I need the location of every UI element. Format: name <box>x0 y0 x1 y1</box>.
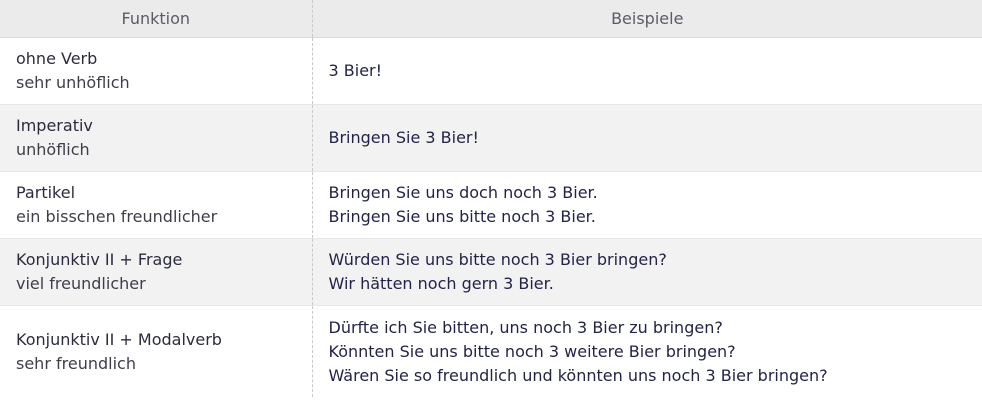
header-row: Funktion Beispiele <box>0 0 982 38</box>
examples-cell: 3 Bier! <box>312 37 982 105</box>
function-name: Partikel <box>16 183 76 202</box>
function-description: viel freundlicher <box>16 274 146 293</box>
function-cell: Konjunktiv II + Frage viel freundlicher <box>0 238 313 306</box>
example-sentence: Würden Sie uns bitte noch 3 Bier bringen… <box>328 250 667 269</box>
function-name: ohne Verb <box>16 49 98 68</box>
examples-cell: Bringen Sie 3 Bier! <box>312 104 982 172</box>
function-name: Imperativ <box>16 116 93 135</box>
examples-cell: Würden Sie uns bitte noch 3 Bier bringen… <box>312 238 982 306</box>
table-header: Funktion Beispiele <box>0 0 982 38</box>
function-name: Konjunktiv II + Modalverb <box>16 329 222 349</box>
function-cell: Partikel ein bisschen freundlicher <box>0 171 313 239</box>
function-cell: ohne Verb sehr unhöflich <box>0 37 313 105</box>
example-sentence: Könnten Sie uns bitte noch 3 weitere Bie… <box>328 341 736 361</box>
politeness-table: Funktion Beispiele ohne Verb sehr unhöfl… <box>0 0 982 397</box>
column-header-examples: Beispiele <box>312 0 982 38</box>
table-row: ohne Verb sehr unhöflich 3 Bier! <box>0 37 982 105</box>
example-sentence: Bringen Sie 3 Bier! <box>328 128 479 147</box>
table-row: Imperativ unhöflich Bringen Sie 3 Bier! <box>0 104 982 172</box>
table-body: ohne Verb sehr unhöflich 3 Bier! Imperat… <box>0 37 982 397</box>
example-sentence: 3 Bier! <box>328 61 383 80</box>
column-header-function: Funktion <box>0 0 313 38</box>
example-sentence: Dürfte ich Sie bitten, uns noch 3 Bier z… <box>328 317 723 337</box>
table-row: Partikel ein bisschen freundlicher Bring… <box>0 171 982 239</box>
function-cell: Imperativ unhöflich <box>0 104 313 172</box>
table-row: Konjunktiv II + Frage viel freundlicher … <box>0 238 982 306</box>
example-sentence: Wären Sie so freundlich und könnten uns … <box>328 365 828 385</box>
function-description: sehr unhöflich <box>16 73 130 92</box>
example-sentence: Wir hätten noch gern 3 Bier. <box>328 274 554 293</box>
examples-cell: Bringen Sie uns doch noch 3 Bier. Bringe… <box>312 171 982 239</box>
function-description: sehr freundlich <box>16 353 136 373</box>
example-sentence: Bringen Sie uns bitte noch 3 Bier. <box>328 207 596 226</box>
function-description: unhöflich <box>16 140 90 159</box>
example-sentence: Bringen Sie uns doch noch 3 Bier. <box>328 183 598 202</box>
function-description: ein bisschen freundlicher <box>16 207 218 226</box>
examples-cell: Dürfte ich Sie bitten, uns noch 3 Bier z… <box>312 305 982 397</box>
table-row: Konjunktiv II + Modalverb sehr freundlic… <box>0 305 982 397</box>
function-cell: Konjunktiv II + Modalverb sehr freundlic… <box>0 305 313 397</box>
function-name: Konjunktiv II + Frage <box>16 250 183 269</box>
